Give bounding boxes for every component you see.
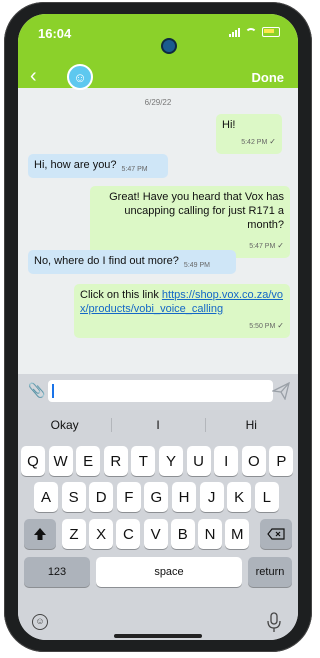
key-x[interactable]: X xyxy=(89,519,114,549)
front-camera xyxy=(163,40,175,52)
signal-icon xyxy=(229,27,240,37)
suggestion-bar: Okay I Hi xyxy=(18,410,298,440)
key-d[interactable]: D xyxy=(89,482,114,512)
key-y[interactable]: Y xyxy=(159,446,183,476)
key-p[interactable]: P xyxy=(269,446,294,476)
key-l[interactable]: L xyxy=(254,482,279,512)
wifi-icon xyxy=(245,27,257,37)
send-icon[interactable] xyxy=(272,382,290,400)
return-key[interactable]: return xyxy=(248,557,292,587)
message-list[interactable]: 6/29/22 Hi! 5:42 PM ✓ Hi, how are you? 5:4… xyxy=(18,88,298,374)
top-bar: 16:04 ‹ ☺ Done xyxy=(18,14,298,90)
keyboard: Okay I Hi QWERTYUIOP ASDFGHJKL ZXCVBNM 1… xyxy=(18,410,298,640)
text-cursor xyxy=(52,384,54,398)
key-s[interactable]: S xyxy=(61,482,86,512)
suggestion-hi[interactable]: Hi xyxy=(204,410,298,440)
checkmark-icon: ✓ xyxy=(269,137,276,146)
date-label: 6/29/22 xyxy=(144,98,172,107)
checkmark-icon: ✓ xyxy=(277,241,284,250)
key-i[interactable]: I xyxy=(214,446,239,476)
suggestion-i[interactable]: I xyxy=(111,410,204,440)
smiley-icon[interactable]: ☺ xyxy=(67,64,93,90)
done-button[interactable]: Done xyxy=(252,70,285,85)
key-a[interactable]: A xyxy=(34,482,58,512)
space-key[interactable]: space xyxy=(96,557,242,587)
message-bubble-outgoing: Hi! 5:42 PM ✓ xyxy=(216,114,282,154)
key-t[interactable]: T xyxy=(131,446,156,476)
message-bubble-incoming: No, where do I find out more? 5:49 PM xyxy=(28,250,236,274)
message-bubble-outgoing: Great! Have you heard that Vox has uncap… xyxy=(90,186,290,258)
message-time: 5:47 PM xyxy=(121,166,148,173)
shift-icon xyxy=(34,528,46,540)
key-w[interactable]: W xyxy=(48,446,73,476)
key-r[interactable]: R xyxy=(103,446,128,476)
message-time: 5:49 PM xyxy=(183,262,210,269)
key-j[interactable]: J xyxy=(199,482,224,512)
message-text: Click on this link xyxy=(80,289,162,301)
message-bubble-outgoing: Click on this link https://shop.vox.co.z… xyxy=(74,284,290,338)
backspace-icon xyxy=(267,528,285,540)
phone-frame: 16:04 ‹ ☺ Done 6/29/22 Hi! 5:42 PM ✓ Hi, … xyxy=(4,2,312,652)
key-f[interactable]: F xyxy=(116,482,141,512)
input-bar: 📎 xyxy=(18,374,298,410)
shift-key[interactable] xyxy=(24,519,56,549)
key-m[interactable]: M xyxy=(225,519,250,549)
message-time: 5:42 PM xyxy=(241,139,268,146)
message-input[interactable] xyxy=(48,380,273,402)
status-time: 16:04 xyxy=(38,26,72,41)
message-text: No, where do I find out more? xyxy=(34,255,179,267)
message-text: Hi, how are you? xyxy=(34,159,117,171)
numbers-key[interactable]: 123 xyxy=(24,557,90,587)
key-o[interactable]: O xyxy=(241,446,266,476)
suggestion-okay[interactable]: Okay xyxy=(18,410,111,440)
message-time: 5:50 PM xyxy=(249,323,276,330)
emoji-icon[interactable]: ☺ xyxy=(32,614,48,630)
key-v[interactable]: V xyxy=(143,519,168,549)
key-n[interactable]: N xyxy=(198,519,222,549)
message-text: Great! Have you heard that Vox has uncap… xyxy=(109,191,284,231)
screen: 16:04 ‹ ☺ Done 6/29/22 Hi! 5:42 PM ✓ Hi, … xyxy=(18,14,298,640)
key-c[interactable]: C xyxy=(116,519,141,549)
battery-icon xyxy=(262,27,280,37)
key-b[interactable]: B xyxy=(170,519,195,549)
status-icons xyxy=(229,27,280,37)
message-text: Hi! xyxy=(222,119,236,131)
home-indicator[interactable] xyxy=(114,634,202,638)
key-h[interactable]: H xyxy=(172,482,196,512)
key-q[interactable]: Q xyxy=(21,446,45,476)
key-u[interactable]: U xyxy=(186,446,211,476)
message-time: 5:47 PM xyxy=(249,243,276,250)
chevron-left-icon[interactable]: ‹ xyxy=(30,66,37,86)
microphone-icon[interactable] xyxy=(264,612,284,634)
paperclip-icon[interactable]: 📎 xyxy=(28,382,45,399)
key-e[interactable]: E xyxy=(76,446,101,476)
key-g[interactable]: G xyxy=(144,482,169,512)
key-k[interactable]: K xyxy=(227,482,252,512)
checkmark-icon: ✓ xyxy=(277,321,284,330)
key-z[interactable]: Z xyxy=(62,519,86,549)
backspace-key[interactable] xyxy=(260,519,292,549)
message-bubble-incoming: Hi, how are you? 5:47 PM xyxy=(28,154,168,178)
